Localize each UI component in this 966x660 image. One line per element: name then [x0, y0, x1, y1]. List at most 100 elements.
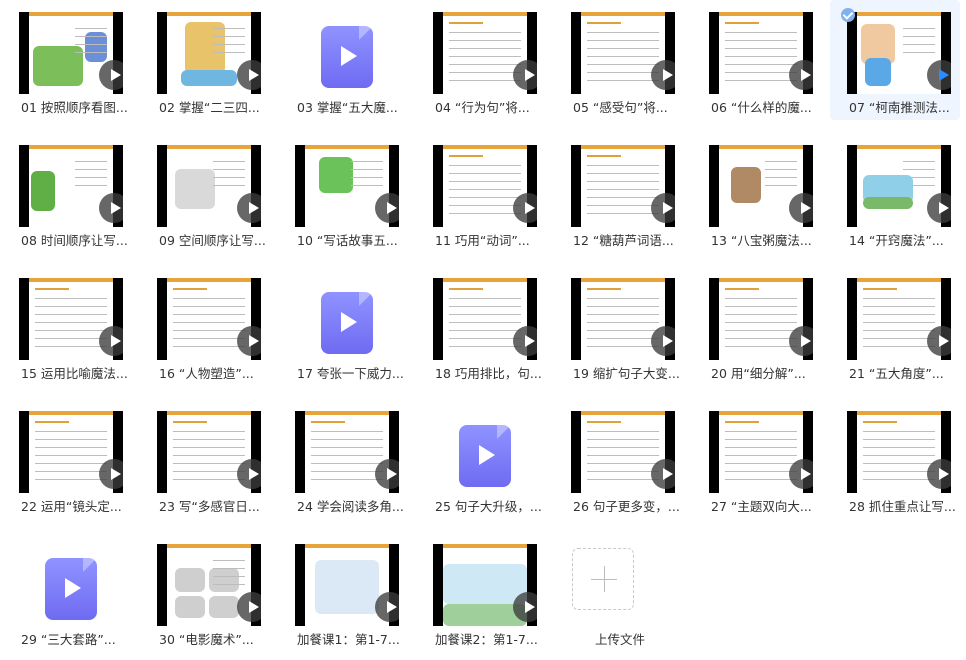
play-icon[interactable] — [927, 459, 951, 489]
upload-label[interactable]: 上传文件 — [560, 629, 680, 648]
file-thumbnail[interactable] — [433, 145, 537, 227]
file-thumbnail[interactable] — [571, 411, 675, 493]
file-name[interactable]: 24 学会阅读多角... — [297, 496, 405, 515]
file-tile[interactable]: 28 抓住重点让写... — [830, 399, 960, 519]
file-tile[interactable]: 25 句子大升级，... — [416, 399, 546, 519]
file-thumbnail[interactable] — [709, 411, 813, 493]
play-icon[interactable] — [651, 193, 675, 223]
file-name[interactable]: 19 缩扩句子大变... — [573, 363, 681, 382]
file-thumbnail[interactable] — [19, 278, 123, 360]
file-name[interactable]: 05 “感受句”将... — [573, 97, 681, 116]
file-name[interactable]: 03 掌握“五大魔... — [297, 97, 405, 116]
file-tile[interactable]: 17 夸张一下威力... — [278, 266, 408, 386]
file-thumbnail[interactable] — [433, 278, 537, 360]
play-icon[interactable] — [99, 193, 123, 223]
file-name[interactable]: 加餐课1：第1-7... — [297, 629, 405, 648]
file-name[interactable]: 13 “八宝粥魔法... — [711, 230, 819, 249]
file-thumbnail[interactable] — [295, 12, 399, 94]
file-tile[interactable]: 13 “八宝粥魔法... — [692, 133, 822, 253]
file-name[interactable]: 12 “糖葫芦词语... — [573, 230, 681, 249]
play-icon[interactable] — [237, 592, 261, 622]
file-thumbnail[interactable] — [157, 544, 261, 626]
file-tile[interactable]: 23 写“多感官日... — [140, 399, 270, 519]
file-name[interactable]: 26 句子更多变，... — [573, 496, 681, 515]
file-thumbnail[interactable] — [295, 544, 399, 626]
file-thumbnail[interactable] — [847, 12, 951, 94]
file-thumbnail[interactable] — [157, 145, 261, 227]
file-name[interactable]: 30 “电影魔术”... — [159, 629, 267, 648]
file-name[interactable]: 25 句子大升级，... — [435, 496, 543, 515]
play-icon[interactable] — [99, 459, 123, 489]
file-tile[interactable]: 20 用“细分解”... — [692, 266, 822, 386]
file-thumbnail[interactable] — [295, 278, 399, 360]
play-icon[interactable] — [99, 326, 123, 356]
file-thumbnail[interactable] — [709, 145, 813, 227]
file-name[interactable]: 09 空间顺序让写... — [159, 230, 267, 249]
file-tile[interactable]: 05 “感受句”将... — [554, 0, 684, 120]
play-icon[interactable] — [789, 60, 813, 90]
file-thumbnail[interactable] — [709, 12, 813, 94]
play-icon[interactable] — [237, 193, 261, 223]
file-name[interactable]: 02 掌握“二三四... — [159, 97, 267, 116]
file-thumbnail[interactable] — [295, 411, 399, 493]
file-thumbnail[interactable] — [571, 12, 675, 94]
file-tile[interactable]: 加餐课1：第1-7... — [278, 532, 408, 652]
file-name[interactable]: 06 “什么样的魔... — [711, 97, 819, 116]
file-name[interactable]: 04 “行为句”将... — [435, 97, 543, 116]
file-name[interactable]: 14 “开窍魔法”... — [849, 230, 957, 249]
file-thumbnail[interactable] — [433, 12, 537, 94]
file-name[interactable]: 29 “三大套路”... — [21, 629, 129, 648]
file-thumbnail[interactable] — [847, 278, 951, 360]
upload-button[interactable] — [572, 548, 634, 610]
file-tile[interactable]: 09 空间顺序让写... — [140, 133, 270, 253]
file-tile[interactable]: 26 句子更多变，... — [554, 399, 684, 519]
play-icon[interactable] — [789, 459, 813, 489]
file-tile[interactable]: 16 “人物塑造”... — [140, 266, 270, 386]
file-tile[interactable]: 24 学会阅读多角... — [278, 399, 408, 519]
file-thumbnail[interactable] — [847, 145, 951, 227]
file-thumbnail[interactable] — [571, 278, 675, 360]
file-name[interactable]: 11 巧用“动词”... — [435, 230, 543, 249]
file-tile[interactable]: 03 掌握“五大魔... — [278, 0, 408, 120]
file-thumbnail[interactable] — [157, 12, 261, 94]
file-name[interactable]: 23 写“多感官日... — [159, 496, 267, 515]
file-tile[interactable]: 06 “什么样的魔... — [692, 0, 822, 120]
file-name[interactable]: 27 “主题双向大... — [711, 496, 819, 515]
file-tile[interactable]: 14 “开窍魔法”... — [830, 133, 960, 253]
play-icon[interactable] — [513, 592, 537, 622]
play-icon[interactable] — [927, 326, 951, 356]
file-tile[interactable]: 08 时间顺序让写... — [2, 133, 132, 253]
file-tile[interactable]: 01 按照顺序看图... — [2, 0, 132, 120]
play-icon[interactable] — [651, 459, 675, 489]
file-name[interactable]: 22 运用“镜头定... — [21, 496, 129, 515]
file-thumbnail[interactable] — [295, 145, 399, 227]
play-icon[interactable] — [927, 60, 951, 90]
play-icon[interactable] — [789, 193, 813, 223]
file-tile[interactable]: 21 “五大角度”... — [830, 266, 960, 386]
play-icon[interactable] — [237, 60, 261, 90]
file-thumbnail[interactable] — [433, 544, 537, 626]
play-icon[interactable] — [237, 326, 261, 356]
file-tile[interactable]: 02 掌握“二三四... — [140, 0, 270, 120]
file-tile[interactable]: 10 “写话故事五... — [278, 133, 408, 253]
play-icon[interactable] — [513, 60, 537, 90]
file-name[interactable]: 15 运用比喻魔法... — [21, 363, 129, 382]
file-name[interactable]: 01 按照顺序看图... — [21, 97, 129, 116]
file-tile[interactable]: 11 巧用“动词”... — [416, 133, 546, 253]
play-icon[interactable] — [99, 60, 123, 90]
file-name[interactable]: 28 抓住重点让写... — [849, 496, 957, 515]
file-name[interactable]: 20 用“细分解”... — [711, 363, 819, 382]
file-name[interactable]: 10 “写话故事五... — [297, 230, 405, 249]
play-icon[interactable] — [375, 592, 399, 622]
file-thumbnail[interactable] — [709, 278, 813, 360]
file-name[interactable]: 21 “五大角度”... — [849, 363, 957, 382]
file-thumbnail[interactable] — [433, 411, 537, 493]
file-thumbnail[interactable] — [19, 12, 123, 94]
file-thumbnail[interactable] — [847, 411, 951, 493]
play-icon[interactable] — [651, 326, 675, 356]
play-icon[interactable] — [927, 193, 951, 223]
play-icon[interactable] — [513, 193, 537, 223]
file-name[interactable]: 16 “人物塑造”... — [159, 363, 267, 382]
file-name[interactable]: 加餐课2：第1-7... — [435, 629, 543, 648]
file-tile[interactable]: 上传文件 — [554, 532, 684, 652]
